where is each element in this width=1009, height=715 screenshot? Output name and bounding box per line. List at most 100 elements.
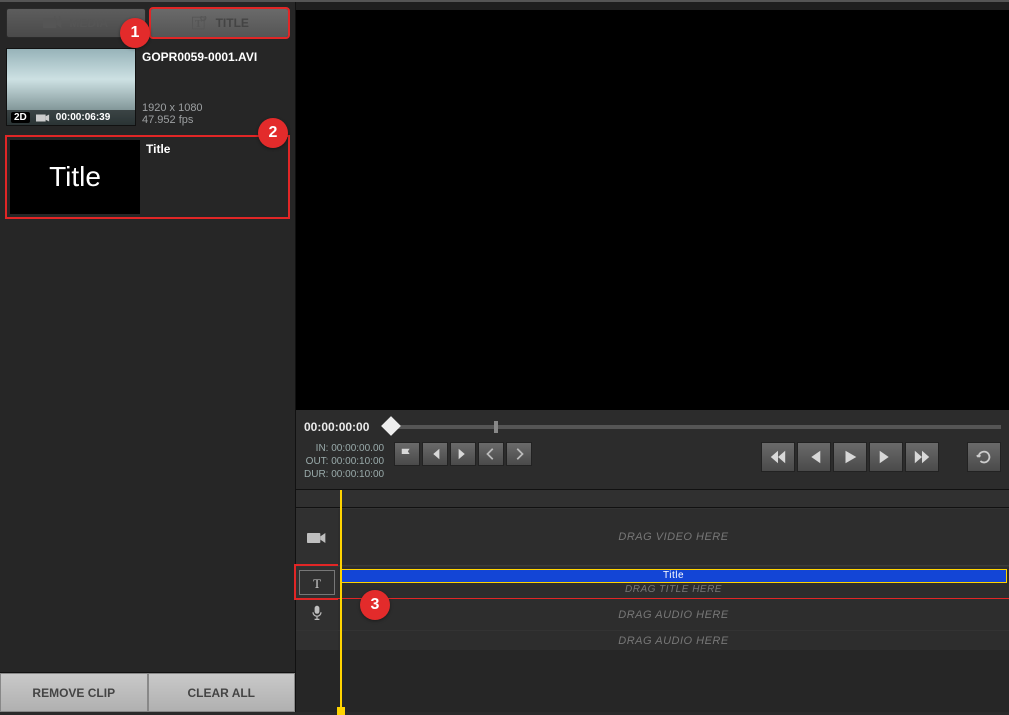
prev-frame-icon — [428, 447, 442, 461]
video-track-head[interactable] — [296, 509, 338, 566]
audio-track-body-2[interactable]: DRAG AUDIO HERE — [338, 631, 1009, 650]
title-track-row: T Title DRAG TITLE HERE — [296, 566, 1009, 598]
dur-value: 00:00:10:00 — [331, 469, 384, 480]
title-label: Title — [146, 142, 170, 156]
scrub-out-marker[interactable] — [494, 421, 498, 433]
playback-buttons — [761, 442, 939, 472]
left-panel: MEDIA T TITLE 2D 00:00:06:39 GOPR0059-00… — [0, 2, 296, 712]
remove-clip-label: REMOVE CLIP — [32, 686, 115, 700]
media-item[interactable]: 2D 00:00:06:39 GOPR0059-0001.AVI 1920 x … — [6, 44, 289, 130]
camera-icon — [43, 16, 63, 30]
annotation-1-text: 1 — [131, 24, 140, 42]
audio-track-head[interactable] — [296, 599, 338, 630]
timeline-ruler[interactable] — [296, 490, 1009, 508]
control-row: IN: 00:00:00.00 OUT: 00:00:10:00 DUR: 00… — [304, 442, 1001, 481]
title-clip[interactable]: Title — [340, 569, 1007, 583]
step-back-icon — [805, 448, 823, 466]
title-track-icon: T — [307, 575, 327, 591]
microphone-icon — [307, 605, 327, 621]
mark-buttons — [394, 442, 532, 466]
flag-in-icon — [400, 447, 414, 461]
thumb-overlay: 2D 00:00:06:39 — [7, 110, 135, 125]
tab-title[interactable]: T TITLE — [150, 8, 290, 38]
chevron-right-icon — [512, 447, 526, 461]
title-icon: T — [190, 16, 210, 30]
title-drop-hint: DRAG TITLE HERE — [340, 584, 1007, 598]
chevron-left-icon — [484, 447, 498, 461]
next-frame-button[interactable] — [450, 442, 476, 466]
player-timecode: 00:00:00:00 — [304, 420, 378, 434]
loop-icon — [975, 448, 993, 466]
video-track-icon — [307, 530, 327, 546]
clip-icon — [36, 113, 50, 123]
audio-track-row-2: DRAG AUDIO HERE — [296, 630, 1009, 650]
clear-all-button[interactable]: CLEAR ALL — [148, 673, 296, 712]
title-clip-label: Title — [663, 570, 684, 581]
step-forward-button[interactable] — [869, 442, 903, 472]
timeline: DRAG VIDEO HERE T Title DRAG TITLE HERE … — [296, 489, 1009, 712]
scrub-row: 00:00:00:00 — [304, 420, 1001, 434]
title-track-body[interactable]: Title DRAG TITLE HERE — [338, 567, 1009, 598]
title-thumbnail: Title — [10, 140, 140, 214]
annotation-badge-3: 3 — [360, 590, 390, 620]
svg-text:T: T — [195, 19, 202, 30]
next-frame-icon — [456, 447, 470, 461]
timeline-playhead[interactable] — [340, 490, 342, 712]
svg-text:T: T — [313, 576, 321, 590]
right-side: 00:00:00:00 IN: 00:00:00.00 OUT: 00:00:1… — [296, 2, 1009, 712]
play-button[interactable] — [833, 442, 867, 472]
audio-track-body-1[interactable]: DRAG AUDIO HERE — [338, 599, 1009, 630]
ffwd-icon — [913, 448, 931, 466]
out-label: OUT: — [306, 456, 329, 467]
preview-viewport[interactable] — [296, 10, 1009, 410]
loop-button[interactable] — [967, 442, 1001, 472]
audio-track-head-2[interactable] — [296, 631, 338, 650]
audio-drop-hint-1: DRAG AUDIO HERE — [618, 609, 728, 621]
title-meta: Title — [146, 140, 170, 214]
transport-bar: 00:00:00:00 IN: 00:00:00.00 OUT: 00:00:1… — [296, 410, 1009, 489]
video-track-row: DRAG VIDEO HERE — [296, 508, 1009, 566]
annotation-badge-1: 1 — [120, 18, 150, 48]
title-item[interactable]: Title Title — [6, 136, 289, 218]
media-thumbnail: 2D 00:00:06:39 — [6, 48, 136, 126]
dur-label: DUR: — [304, 469, 328, 480]
media-list: 2D 00:00:06:39 GOPR0059-0001.AVI 1920 x … — [0, 38, 295, 672]
title-thumb-text: Title — [49, 161, 101, 193]
prev-frame-button[interactable] — [422, 442, 448, 466]
media-meta: GOPR0059-0001.AVI 1920 x 1080 47.952 fps — [142, 48, 257, 126]
annotation-2-text: 2 — [269, 124, 278, 142]
in-out-readout: IN: 00:00:00.00 OUT: 00:00:10:00 DUR: 00… — [304, 442, 384, 481]
step-back-button[interactable] — [797, 442, 831, 472]
media-filename: GOPR0059-0001.AVI — [142, 50, 257, 64]
rewind-button[interactable] — [761, 442, 795, 472]
out-value: 00:00:10:00 — [331, 456, 384, 467]
media-resolution: 1920 x 1080 — [142, 102, 257, 114]
media-fps: 47.952 fps — [142, 114, 257, 126]
annotation-3-text: 3 — [371, 596, 380, 614]
scrub-playhead-icon[interactable] — [381, 416, 401, 436]
audio-drop-hint-2: DRAG AUDIO HERE — [618, 635, 728, 647]
next-clip-button[interactable] — [506, 442, 532, 466]
annotation-badge-2: 2 — [258, 118, 288, 148]
tab-title-label: TITLE — [216, 16, 249, 30]
in-value: 00:00:00.00 — [331, 443, 384, 454]
clear-all-label: CLEAR ALL — [187, 686, 255, 700]
step-fwd-icon — [877, 448, 895, 466]
remove-clip-button[interactable]: REMOVE CLIP — [0, 673, 148, 712]
in-label: IN: — [316, 443, 329, 454]
scrub-track[interactable] — [386, 425, 1001, 429]
audio-track-row-1: DRAG AUDIO HERE — [296, 598, 1009, 630]
fast-forward-button[interactable] — [905, 442, 939, 472]
title-track-head[interactable]: T — [296, 567, 338, 598]
app-root: MEDIA T TITLE 2D 00:00:06:39 GOPR0059-00… — [0, 0, 1009, 712]
video-drop-hint: DRAG VIDEO HERE — [618, 531, 728, 543]
video-track-body[interactable]: DRAG VIDEO HERE — [338, 509, 1009, 566]
tab-media-label: MEDIA — [69, 16, 108, 30]
bottom-buttons: REMOVE CLIP CLEAR ALL — [0, 672, 295, 712]
thumb-mode: 2D — [11, 112, 30, 123]
play-icon — [841, 448, 859, 466]
rewind-icon — [769, 448, 787, 466]
mark-in-button[interactable] — [394, 442, 420, 466]
thumb-duration: 00:00:06:39 — [56, 112, 110, 123]
prev-clip-button[interactable] — [478, 442, 504, 466]
